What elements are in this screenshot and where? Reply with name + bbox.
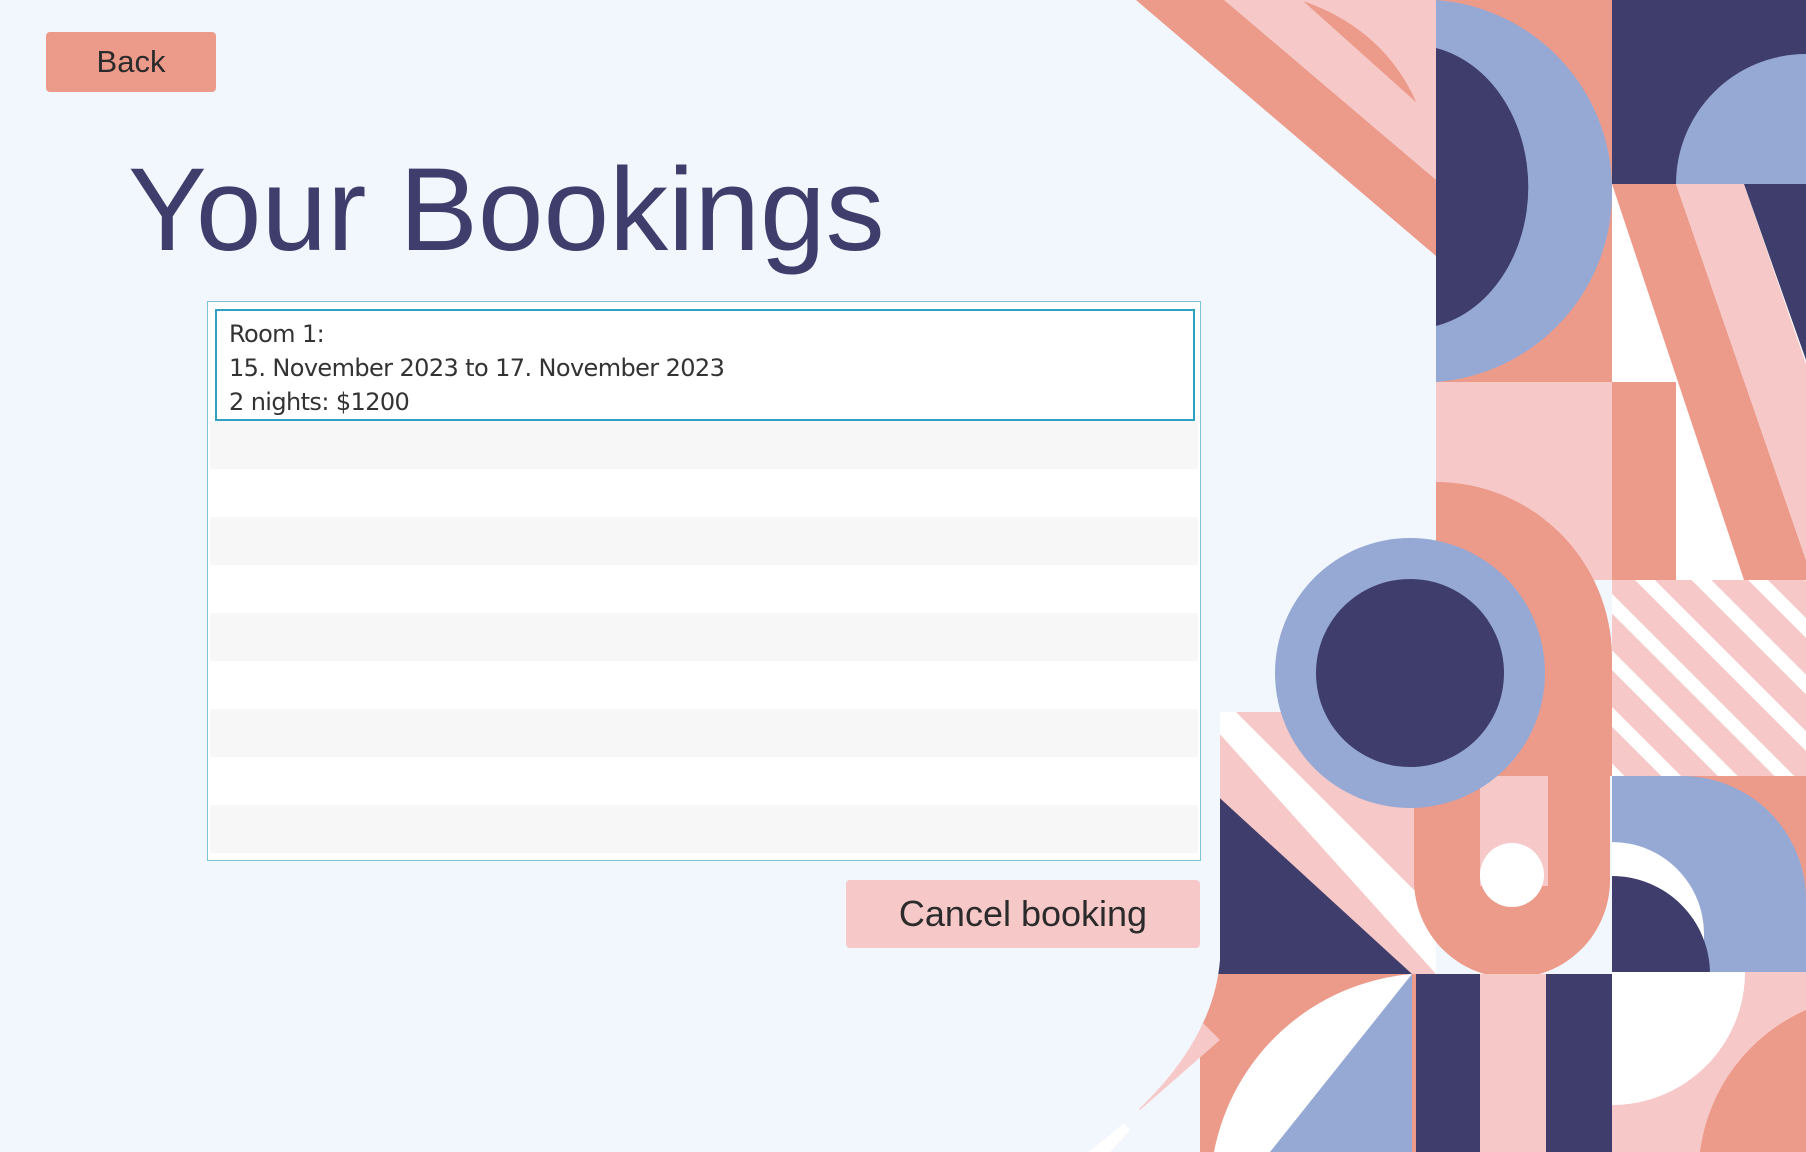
empty-row <box>210 421 1198 469</box>
cancel-booking-button[interactable]: Cancel booking <box>846 880 1200 948</box>
empty-row <box>210 757 1198 805</box>
list-empty-rows <box>210 421 1198 860</box>
page-title: Your Bookings <box>128 144 885 276</box>
empty-row <box>210 517 1198 565</box>
empty-row <box>210 709 1198 757</box>
empty-row <box>210 469 1198 517</box>
booking-summary: 2 nights: $1200 <box>229 388 410 416</box>
booking-room: Room 1: <box>229 320 325 348</box>
bookings-list[interactable]: Room 1: 15. November 2023 to 17. Novembe… <box>207 301 1201 861</box>
empty-row <box>210 661 1198 709</box>
empty-row <box>210 565 1198 613</box>
empty-row <box>210 805 1198 853</box>
booking-dates: 15. November 2023 to 17. November 2023 <box>229 354 725 382</box>
booking-item-selected[interactable]: Room 1: 15. November 2023 to 17. Novembe… <box>215 309 1195 421</box>
empty-row <box>210 613 1198 661</box>
back-button[interactable]: Back <box>46 32 216 92</box>
